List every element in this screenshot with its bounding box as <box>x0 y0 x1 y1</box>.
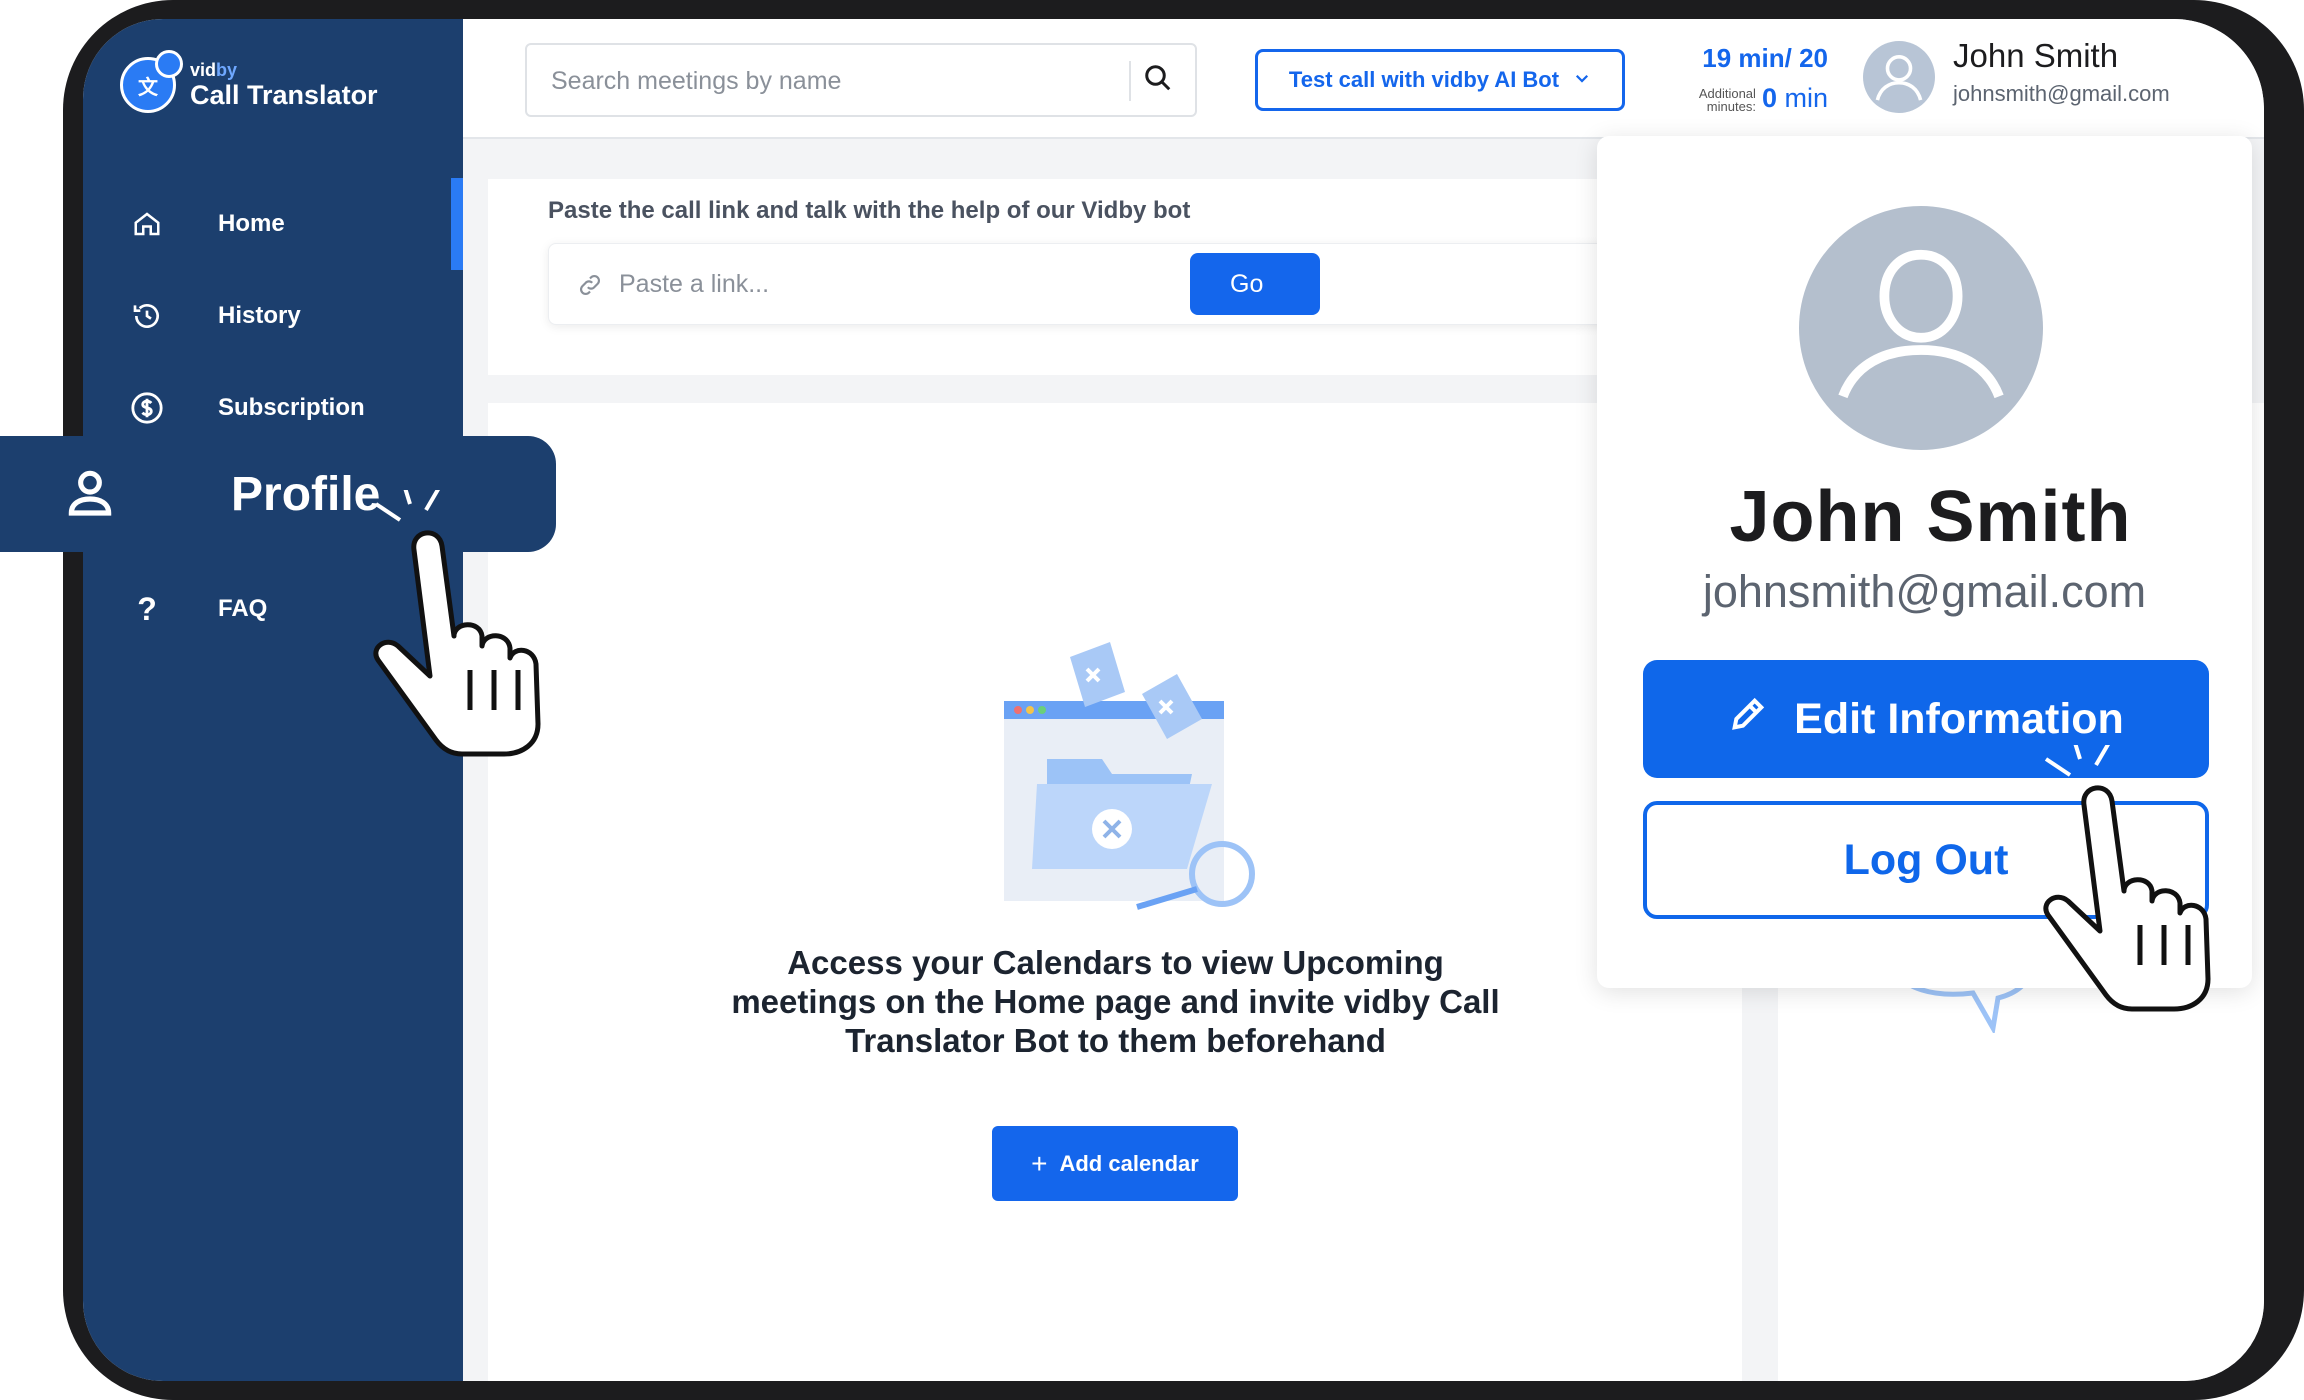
top-bar: Search meetings by name Test call with v… <box>463 19 2264 139</box>
additional-minutes-unit: min <box>1784 83 1828 113</box>
sidebar-item-label: Subscription <box>218 394 365 421</box>
search-placeholder: Search meetings by name <box>551 67 842 95</box>
plus-icon: + <box>1031 1147 1048 1179</box>
sidebar-item-home[interactable]: Home <box>83 179 463 269</box>
link-icon <box>577 272 603 305</box>
log-out-label: Log Out <box>1843 835 2009 884</box>
paste-title: Paste the call link and talk with the he… <box>548 197 1191 224</box>
test-call-label: Test call with vidby AI Bot <box>1288 67 1560 92</box>
link-placeholder: Paste a link... <box>619 270 770 298</box>
user-name: John Smith <box>1953 37 2119 74</box>
sidebar-item-history[interactable]: History <box>83 271 463 361</box>
user-icon <box>62 464 118 525</box>
go-label: Go <box>1230 269 1264 298</box>
paste-link-card: Paste the call link and talk with the he… <box>488 179 1728 375</box>
calendar-message: Access your Calendars to view Upcoming m… <box>731 944 1500 1059</box>
sidebar-item-label: Profile <box>231 467 381 521</box>
history-icon <box>129 298 165 334</box>
hand-cursor-icon <box>373 490 541 757</box>
user-email: johnsmith@gmail.com <box>1953 81 2170 106</box>
home-icon <box>129 206 165 242</box>
minutes-used: 19 min <box>1702 43 1785 73</box>
add-calendar-button[interactable]: + Add calendar <box>992 1126 1238 1201</box>
question-icon: ? <box>137 590 157 627</box>
search-icon[interactable] <box>1143 63 1173 93</box>
minutes-counter: 19 min/ 20 Additional minutes: 0 min <box>1668 43 1828 114</box>
search-input[interactable]: Search meetings by name <box>525 43 1197 117</box>
additional-minutes-label: Additional minutes: <box>1698 85 1756 115</box>
active-indicator <box>451 178 463 270</box>
profile-email: johnsmith@gmail.com <box>1702 566 2147 617</box>
empty-calendar-illustration <box>1004 642 1255 910</box>
app-logo[interactable]: 文 vidby Call Translator <box>120 50 378 113</box>
sidebar-item-label: Home <box>218 210 285 237</box>
profile-name: John Smith <box>1729 477 2132 557</box>
minutes-total: / 20 <box>1784 43 1828 73</box>
search-divider <box>1129 61 1131 101</box>
go-button[interactable]: Go <box>1190 253 1320 315</box>
hand-cursor-icon <box>2043 745 2211 1012</box>
brand-small: vidby <box>190 59 238 80</box>
sidebar-item-label: History <box>218 302 301 329</box>
sidebar-item-label: FAQ <box>218 595 268 622</box>
edit-information-label: Edit Information <box>1794 694 2124 743</box>
brand-name: Call Translator <box>190 79 378 110</box>
link-input[interactable]: Paste a link... <box>548 243 1688 325</box>
test-call-button[interactable]: Test call with vidby AI Bot <box>1255 49 1625 111</box>
add-calendar-label: Add calendar <box>1059 1150 1199 1176</box>
translate-logo-icon: 文 <box>120 50 183 113</box>
profile-avatar <box>1799 206 2043 450</box>
avatar <box>1863 41 1935 113</box>
chevron-down-icon <box>1573 67 1591 93</box>
additional-minutes-value: 0 <box>1761 83 1777 113</box>
dollar-icon <box>129 390 165 426</box>
pencil-icon <box>1728 694 1768 745</box>
